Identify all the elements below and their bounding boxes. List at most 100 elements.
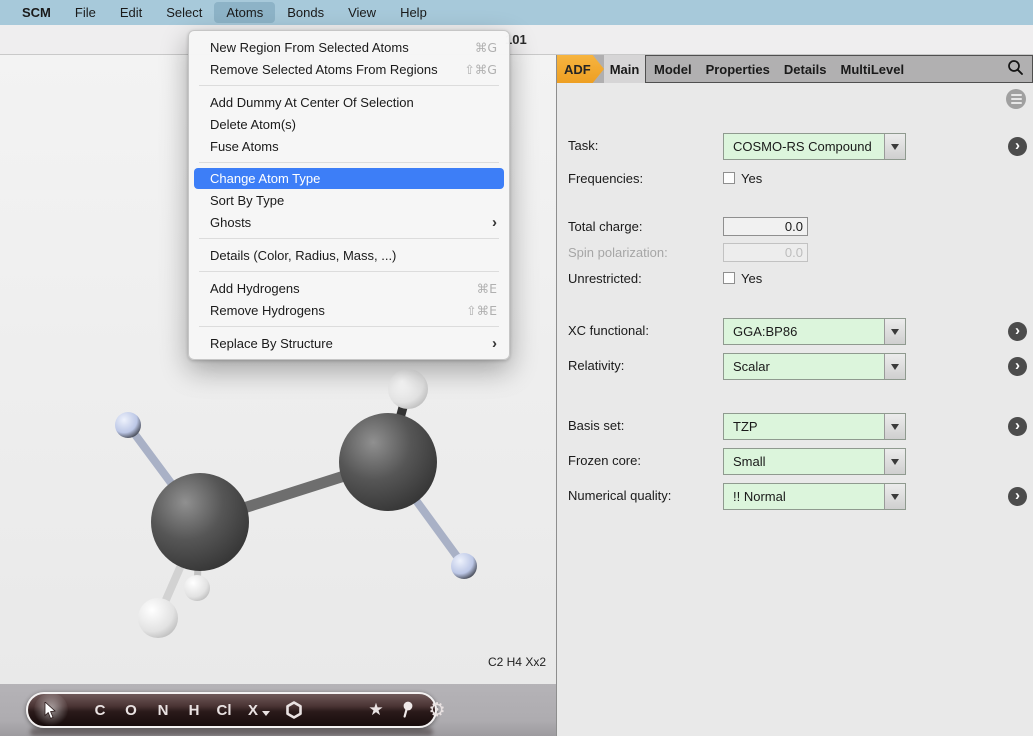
menu-item-sort-by-type[interactable]: Sort By Type (189, 189, 509, 211)
submenu-arrow-icon (492, 214, 497, 231)
basis-set-dropdown[interactable]: TZP (723, 413, 906, 440)
menu-file[interactable]: File (63, 2, 108, 23)
total-charge-label: Total charge: (568, 218, 642, 236)
star-icon[interactable] (364, 694, 388, 726)
menu-bonds[interactable]: Bonds (275, 2, 336, 23)
menu-help[interactable]: Help (388, 2, 439, 23)
xc-functional-detail-button[interactable] (1008, 322, 1027, 341)
basis-set-label: Basis set: (568, 417, 624, 435)
window-title-bar: 101 (0, 25, 1033, 55)
adf-tag[interactable]: ADF (557, 55, 604, 83)
menu-item-add-hydrogens[interactable]: Add Hydrogens ⌘E (189, 277, 509, 299)
element-x-dropdown-arrow-icon[interactable] (262, 711, 270, 716)
unrestricted-checkbox-label: Yes (741, 271, 762, 286)
menu-atoms[interactable]: Atoms (214, 2, 275, 23)
menu-item-shortcut: ⌘E (477, 281, 497, 296)
submenu-arrow-icon (492, 335, 497, 352)
atom-carbon-right[interactable] (339, 413, 437, 511)
tab-multilevel[interactable]: MultiLevel (841, 62, 905, 77)
menu-item-remove-from-regions[interactable]: Remove Selected Atoms From Regions ⇧⌘G (189, 58, 509, 80)
frozen-core-dropdown[interactable]: Small (723, 448, 906, 475)
relativity-dropdown-arrow-icon[interactable] (884, 354, 905, 379)
menu-separator (199, 271, 499, 272)
task-detail-button[interactable] (1008, 137, 1027, 156)
menu-item-fuse-atoms[interactable]: Fuse Atoms (189, 135, 509, 157)
tab-model[interactable]: Model (654, 62, 692, 77)
task-value: COSMO-RS Compound (724, 134, 884, 159)
numerical-quality-dropdown-arrow-icon[interactable] (884, 484, 905, 509)
task-dropdown-arrow-icon[interactable] (884, 134, 905, 159)
menu-separator (199, 238, 499, 239)
relativity-detail-button[interactable] (1008, 357, 1027, 376)
unrestricted-label: Unrestricted: (568, 270, 642, 288)
atom-hydrogen-occluded[interactable] (184, 575, 210, 601)
select-cursor-icon[interactable] (40, 694, 62, 726)
task-dropdown[interactable]: COSMO-RS Compound (723, 133, 906, 160)
tab-main[interactable]: Main (604, 55, 645, 83)
basis-set-value: TZP (724, 414, 884, 439)
element-nitrogen-button[interactable]: N (153, 694, 173, 726)
adf-application-window: SCM File Edit Select Atoms Bonds View He… (0, 0, 1033, 736)
xc-functional-label: XC functional: (568, 322, 649, 340)
unrestricted-checkbox[interactable] (723, 272, 735, 284)
menu-item-add-dummy[interactable]: Add Dummy At Center Of Selection (189, 91, 509, 113)
atoms-dropdown-menu: New Region From Selected Atoms ⌘G Remove… (188, 30, 510, 360)
menu-bar: SCM File Edit Select Atoms Bonds View He… (0, 0, 1033, 25)
frequencies-checkbox[interactable] (723, 172, 735, 184)
menu-item-replace-by-structure[interactable]: Replace By Structure (189, 332, 509, 354)
relativity-value: Scalar (724, 354, 884, 379)
xc-functional-dropdown-arrow-icon[interactable] (884, 319, 905, 344)
tab-group: Model Properties Details MultiLevel (645, 55, 1033, 83)
element-chlorine-button[interactable]: Cl (212, 694, 236, 726)
numerical-quality-dropdown[interactable]: !! Normal (723, 483, 906, 510)
atom-hydrogen-topright[interactable] (388, 369, 428, 409)
menu-separator (199, 162, 499, 163)
basis-set-dropdown-arrow-icon[interactable] (884, 414, 905, 439)
menu-item-label: Details (Color, Radius, Mass, ...) (210, 248, 396, 263)
menu-item-delete-atoms[interactable]: Delete Atom(s) (189, 113, 509, 135)
panel-menu-icon[interactable] (1006, 89, 1026, 109)
tab-details[interactable]: Details (784, 62, 827, 77)
frozen-core-label: Frozen core: (568, 452, 641, 470)
menu-item-label: Change Atom Type (210, 171, 320, 186)
menu-item-shortcut: ⇧⌘E (466, 303, 497, 318)
menu-view[interactable]: View (336, 2, 388, 23)
xc-functional-dropdown[interactable]: GGA:BP86 (723, 318, 906, 345)
spin-polarization-input: 0.0 (723, 243, 808, 262)
menu-item-label: New Region From Selected Atoms (210, 40, 409, 55)
element-carbon-button[interactable]: C (90, 694, 110, 726)
menu-item-details[interactable]: Details (Color, Radius, Mass, ...) (189, 244, 509, 266)
menu-item-label: Delete Atom(s) (210, 117, 296, 132)
frozen-core-dropdown-arrow-icon[interactable] (884, 449, 905, 474)
menu-item-change-atom-type[interactable]: Change Atom Type (194, 168, 504, 189)
menu-item-shortcut: ⌘G (475, 40, 497, 55)
menu-item-ghosts[interactable]: Ghosts (189, 211, 509, 233)
total-charge-input[interactable]: 0.0 (723, 217, 808, 236)
ring-structure-icon[interactable] (281, 694, 307, 726)
menu-item-label: Ghosts (210, 215, 251, 230)
element-hydrogen-button[interactable]: H (184, 694, 204, 726)
task-label: Task: (568, 137, 598, 155)
menu-item-label: Fuse Atoms (210, 139, 279, 154)
search-icon[interactable] (1007, 59, 1024, 79)
numerical-quality-value: !! Normal (724, 484, 884, 509)
tab-properties[interactable]: Properties (706, 62, 770, 77)
atom-carbon-left[interactable] (151, 473, 249, 571)
atom-dummy-xx-left[interactable] (115, 412, 141, 438)
numerical-quality-detail-button[interactable] (1008, 487, 1027, 506)
pin-tool-icon[interactable] (396, 694, 418, 726)
menu-separator (199, 326, 499, 327)
panel-tab-bar: ADF Main Model Properties Details MultiL… (557, 55, 1033, 83)
gear-icon[interactable] (425, 694, 449, 726)
atom-hydrogen-bottomleft[interactable] (138, 598, 178, 638)
menu-item-new-region[interactable]: New Region From Selected Atoms ⌘G (189, 36, 509, 58)
menu-edit[interactable]: Edit (108, 2, 154, 23)
atom-dummy-xx-right[interactable] (451, 553, 477, 579)
element-oxygen-button[interactable]: O (121, 694, 141, 726)
relativity-dropdown[interactable]: Scalar (723, 353, 906, 380)
element-x-dropdown-button[interactable]: X (244, 694, 262, 726)
menu-scm[interactable]: SCM (10, 2, 63, 23)
basis-set-detail-button[interactable] (1008, 417, 1027, 436)
menu-select[interactable]: Select (154, 2, 214, 23)
menu-item-remove-hydrogens[interactable]: Remove Hydrogens ⇧⌘E (189, 299, 509, 321)
